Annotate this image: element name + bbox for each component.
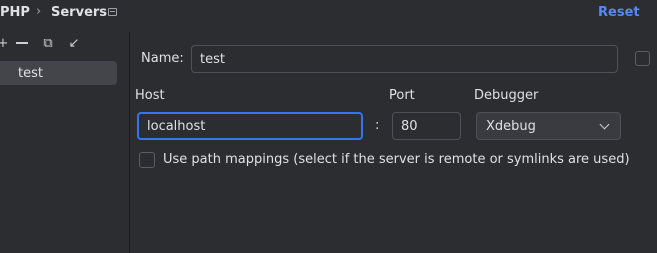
name-field[interactable] [191,45,618,73]
header: PHP › Servers Reset [0,0,657,28]
add-server-icon[interactable]: + [0,34,12,52]
project-scope-icon [108,8,117,16]
name-label: Name: [141,51,184,66]
copy-server-icon[interactable]: ⧉ [39,34,57,52]
host-port-separator: : [375,118,380,133]
reset-button[interactable]: Reset [598,5,640,20]
debugger-label: Debugger [474,88,539,103]
server-list-item[interactable]: test [0,61,117,85]
breadcrumb-php[interactable]: PHP [0,5,30,20]
host-field[interactable] [137,112,363,140]
servers-toolbar: + ⧉ ↙ [0,34,128,54]
debugger-select-value: Xdebug [486,119,536,134]
host-label: Host [135,88,165,103]
import-server-icon[interactable]: ↙ [65,34,83,52]
server-list-item-label: test [18,66,43,81]
path-mappings-checkbox[interactable] [139,152,155,168]
chevron-down-icon [599,119,610,130]
remove-server-icon[interactable] [13,34,31,52]
breadcrumb-servers: Servers [51,5,108,20]
servers-settings-panel: PHP › Servers Reset + ⧉ ↙ test Name: Hos… [0,0,657,253]
debugger-select[interactable]: Xdebug [476,112,621,140]
port-label: Port [389,88,415,103]
panel-divider[interactable] [129,32,130,253]
breadcrumb-separator-icon: › [36,4,42,19]
path-mappings-label[interactable]: Use path mappings (select if the server … [163,152,630,167]
shared-checkbox[interactable] [635,51,650,66]
port-field[interactable] [392,112,461,140]
